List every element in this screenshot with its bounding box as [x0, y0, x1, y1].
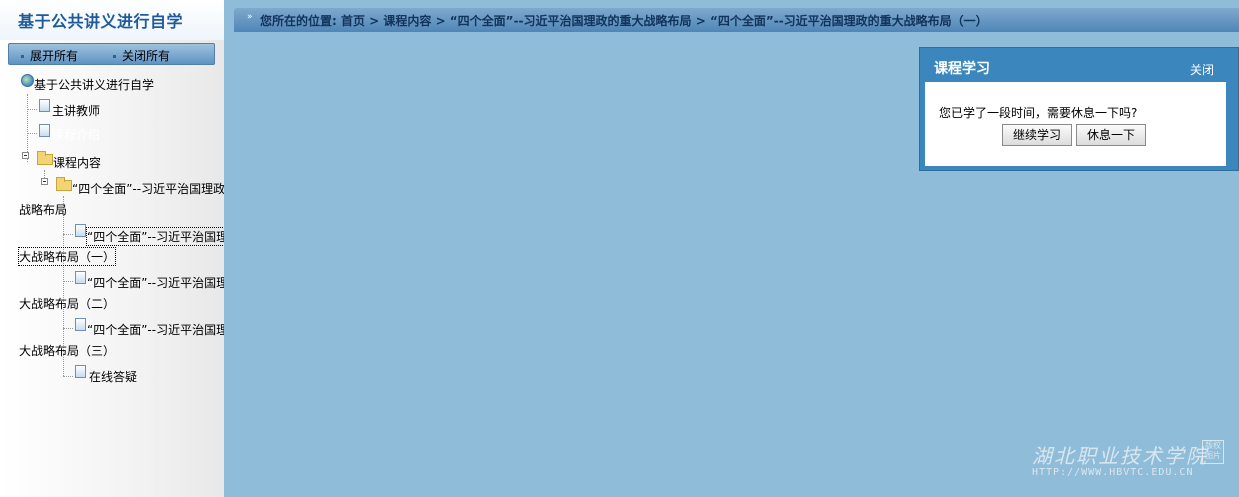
- tree-line: [63, 328, 73, 329]
- tree-item-lesson-2-cont[interactable]: 大战略布局（二）: [19, 295, 115, 312]
- expand-all-button[interactable]: 展开所有: [21, 47, 78, 64]
- tree-item-lesson-3-cont[interactable]: 大战略布局（三）: [19, 342, 115, 359]
- tree-line: [27, 109, 37, 110]
- tree-item-lesson-1[interactable]: “四个全面”--习近平治国理: [85, 227, 224, 246]
- tree-item-course-content[interactable]: 课程内容: [53, 154, 101, 171]
- watermark-url: HTTP://WWW.HBVTC.EDU.CN: [1032, 467, 1194, 478]
- dialog-message: 您已学了一段时间，需要休息一下吗?: [939, 106, 1138, 120]
- take-rest-button[interactable]: 休息一下: [1076, 124, 1146, 146]
- tree-line: [63, 234, 73, 235]
- dialog-body: 您已学了一段时间，需要休息一下吗? 继续学习 休息一下: [925, 82, 1226, 166]
- bullet-icon: [113, 55, 116, 58]
- dialog-title: 课程学习: [934, 61, 990, 77]
- tree-item-lesson-2[interactable]: “四个全面”--习近平治国理: [87, 274, 224, 291]
- page-icon: [75, 318, 86, 331]
- tree-toolbar: 展开所有 关闭所有: [8, 43, 215, 65]
- collapse-all-button[interactable]: 关闭所有: [113, 47, 170, 64]
- collapse-toggle-icon[interactable]: [22, 152, 29, 159]
- rest-dialog: 课程学习 关闭 您已学了一段时间，需要休息一下吗? 继续学习 休息一下: [919, 47, 1239, 171]
- watermark-stamp: 版权 图片: [1202, 440, 1224, 464]
- continue-learning-button[interactable]: 继续学习: [1002, 124, 1072, 146]
- page-icon: [75, 365, 86, 378]
- page-icon: [75, 224, 86, 237]
- tree-line: [63, 281, 73, 282]
- tree-item-teacher[interactable]: 主讲教师: [52, 102, 100, 119]
- folder-icon: [37, 151, 53, 165]
- watermark: 湖北职业技术学院 版权 图片 HTTP://WWW.HBVTC.EDU.CN: [1032, 440, 1224, 482]
- tree-line: [63, 376, 73, 377]
- globe-icon: [21, 74, 34, 87]
- tree-item-qa[interactable]: 在线答疑: [89, 368, 137, 385]
- tree-item-lesson-3[interactable]: “四个全面”--习近平治国理: [87, 321, 224, 338]
- site-title-bar: 基于公共讲义进行自学: [0, 0, 224, 40]
- bullet-icon: [21, 55, 24, 58]
- breadcrumb-text: 您所在的位置: 首页 > 课程内容 > “四个全面”--习近平治国理政的重大战略…: [260, 14, 988, 28]
- watermark-logo-text: 湖北职业技术学院: [1032, 444, 1208, 468]
- tree-item-course-info[interactable]: 课程介绍: [52, 126, 100, 143]
- page-icon: [39, 99, 50, 112]
- page-icon: [75, 271, 86, 284]
- tree-line: [27, 133, 37, 134]
- page-icon: [39, 124, 50, 137]
- collapse-toggle-icon[interactable]: [41, 178, 48, 185]
- folder-icon: [56, 177, 72, 191]
- left-panel: 基于公共讲义进行自学 展开所有 关闭所有 基于公共讲义进行自学 主讲教师 课程介…: [0, 0, 224, 497]
- tree-item-chapter-cont[interactable]: 战略布局: [19, 201, 67, 218]
- site-title: 基于公共讲义进行自学: [18, 12, 184, 31]
- tree-root[interactable]: 基于公共讲义进行自学: [34, 76, 154, 93]
- arrow-icon: »: [247, 12, 253, 22]
- tree-item-lesson-1-cont[interactable]: 大战略布局（一）: [17, 247, 117, 266]
- tree-item-chapter[interactable]: “四个全面”--习近平治国理政: [72, 180, 224, 197]
- dialog-close-link[interactable]: 关闭: [1190, 61, 1214, 78]
- breadcrumb: » 您所在的位置: 首页 > 课程内容 > “四个全面”--习近平治国理政的重大…: [234, 8, 1239, 32]
